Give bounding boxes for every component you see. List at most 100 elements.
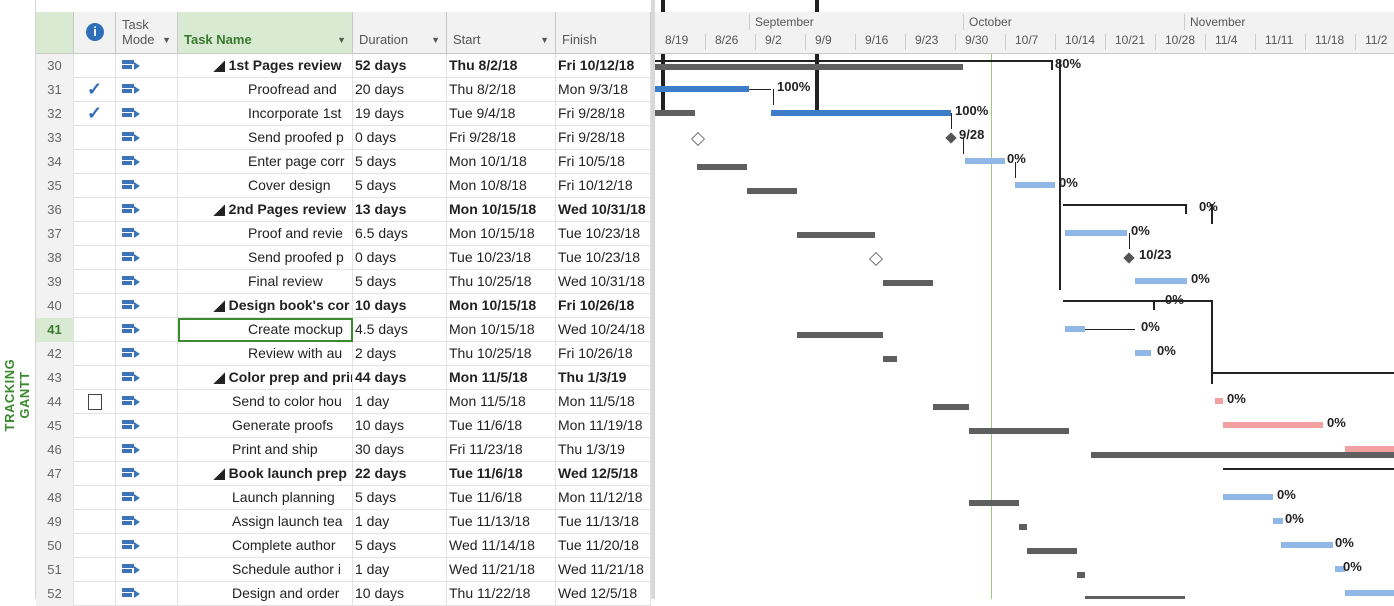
gantt-chart[interactable]: September October November 8/19 8/26 9/2 9/9 9/… — [651, 0, 1394, 599]
task-name-cell[interactable]: ◢ Book launch prep — [178, 462, 353, 486]
table-row[interactable]: 47 ◢ Book launch prep 22 days Tue 11/6/18 We… — [36, 462, 651, 486]
duration-cell[interactable]: 1 day — [353, 558, 447, 582]
table-row[interactable]: 37 Proof and revie 6.5 days Mon 10/15/18 Tue… — [36, 222, 651, 246]
task-name-cell[interactable]: Launch planning — [178, 486, 353, 510]
start-cell[interactable]: Mon 10/15/18 — [447, 222, 556, 246]
finish-cell[interactable]: Tue 10/23/18 — [556, 222, 651, 246]
finish-cell[interactable]: Wed 12/5/18 — [556, 582, 651, 606]
finish-cell[interactable]: Wed 12/5/18 — [556, 462, 651, 486]
task-mode-cell[interactable] — [116, 174, 178, 198]
row-id[interactable]: 43 — [36, 366, 74, 390]
duration-cell[interactable]: 5 days — [353, 270, 447, 294]
finish-cell[interactable]: Fri 9/28/18 — [556, 102, 651, 126]
row-id[interactable]: 33 — [36, 126, 74, 150]
column-header-duration[interactable]: Duration ▼ — [353, 12, 447, 54]
start-cell[interactable]: Tue 11/6/18 — [447, 486, 556, 510]
task-mode-cell[interactable] — [116, 582, 178, 606]
finish-cell[interactable]: Tue 11/13/18 — [556, 510, 651, 534]
row-id[interactable]: 48 — [36, 486, 74, 510]
duration-cell[interactable]: 4.5 days — [353, 318, 447, 342]
task-name-cell[interactable]: Schedule author i — [178, 558, 353, 582]
task-name-cell[interactable]: ◢ Design book's cor — [178, 294, 353, 318]
table-row[interactable]: 43 ◢ Color prep and print 44 days Mon 11/5/… — [36, 366, 651, 390]
task-mode-cell[interactable] — [116, 318, 178, 342]
column-header-task-mode[interactable]: Task Mode ▼ — [116, 12, 178, 54]
critical-bar[interactable] — [1215, 398, 1223, 404]
row-id[interactable]: 46 — [36, 438, 74, 462]
task-mode-cell[interactable] — [116, 54, 178, 78]
baseline-bar[interactable] — [655, 64, 963, 70]
baseline-bar[interactable] — [883, 280, 933, 286]
table-row[interactable]: 45 Generate proofs 10 days Tue 11/6/18 Mon 1… — [36, 414, 651, 438]
start-cell[interactable]: Tue 11/6/18 — [447, 414, 556, 438]
task-mode-cell[interactable] — [116, 270, 178, 294]
duration-cell[interactable]: 0 days — [353, 126, 447, 150]
task-mode-cell[interactable] — [116, 78, 178, 102]
table-row[interactable]: 34 Enter page corr 5 days Mon 10/1/18 Fri 10… — [36, 150, 651, 174]
task-name-cell[interactable]: Design and order — [178, 582, 353, 606]
row-id[interactable]: 41 — [36, 318, 74, 342]
remaining-bar[interactable] — [1281, 542, 1333, 548]
finish-cell[interactable]: Thu 1/3/19 — [556, 438, 651, 462]
remaining-bar[interactable] — [965, 158, 1005, 164]
row-id[interactable]: 32 — [36, 102, 74, 126]
baseline-milestone[interactable] — [690, 131, 706, 147]
progress-bar[interactable] — [771, 110, 951, 116]
milestone-marker[interactable] — [1123, 252, 1135, 264]
chevron-down-icon[interactable]: ▼ — [540, 35, 549, 45]
start-cell[interactable]: Mon 11/5/18 — [447, 390, 556, 414]
notes-icon[interactable] — [87, 394, 102, 410]
start-cell[interactable]: Tue 9/4/18 — [447, 102, 556, 126]
baseline-bar[interactable] — [747, 188, 797, 194]
task-name-cell[interactable]: Assign launch tea — [178, 510, 353, 534]
task-mode-cell[interactable] — [116, 390, 178, 414]
table-row[interactable]: 40 ◢ Design book's cor 10 days Mon 10/15/18… — [36, 294, 651, 318]
task-mode-cell[interactable] — [116, 534, 178, 558]
chevron-down-icon[interactable]: ▼ — [162, 35, 171, 45]
baseline-bar[interactable] — [797, 232, 875, 238]
duration-cell[interactable]: 0 days — [353, 246, 447, 270]
finish-cell[interactable]: Fri 10/26/18 — [556, 294, 651, 318]
baseline-bar[interactable] — [1077, 572, 1085, 578]
table-row[interactable]: 50 Complete author 5 days Wed 11/14/18 Tue 1… — [36, 534, 651, 558]
task-name-cell[interactable]: Send to color hou — [178, 390, 353, 414]
baseline-bar[interactable] — [883, 356, 897, 362]
select-all-corner[interactable] — [36, 12, 74, 54]
duration-cell[interactable]: 2 days — [353, 342, 447, 366]
table-row[interactable]: 30 ◢ 1st Pages review 52 days Thu 8/2/18 Fri… — [36, 54, 651, 78]
task-name-cell[interactable]: Review with au — [178, 342, 353, 366]
table-row[interactable]: 52 Design and order 10 days Thu 11/22/18 Wed… — [36, 582, 651, 606]
task-name-cell[interactable]: Proof and revie — [178, 222, 353, 246]
table-row[interactable]: 33 Send proofed p0 days Fri 9/28/18 Fri 9/2… — [36, 126, 651, 150]
start-cell[interactable]: Thu 10/25/18 — [447, 270, 556, 294]
start-cell[interactable]: Thu 11/22/18 — [447, 582, 556, 606]
table-row[interactable]: 46 Print and ship 30 days Fri 11/23/18 Thu 1… — [36, 438, 651, 462]
finish-cell[interactable]: Mon 9/3/18 — [556, 78, 651, 102]
critical-bar[interactable] — [1223, 422, 1323, 428]
duration-cell[interactable]: 10 days — [353, 294, 447, 318]
row-id[interactable]: 50 — [36, 534, 74, 558]
row-id[interactable]: 45 — [36, 414, 74, 438]
baseline-bar[interactable] — [933, 404, 969, 410]
start-cell[interactable]: Mon 10/8/18 — [447, 174, 556, 198]
task-name-cell[interactable]: Send proofed p — [178, 246, 353, 270]
row-id[interactable]: 44 — [36, 390, 74, 414]
finish-cell[interactable]: Mon 11/19/18 — [556, 414, 651, 438]
task-name-cell[interactable]: Create mockup — [178, 318, 353, 342]
duration-cell[interactable]: 30 days — [353, 438, 447, 462]
duration-cell[interactable]: 5 days — [353, 486, 447, 510]
task-name-cell[interactable]: Cover design — [178, 174, 353, 198]
baseline-bar[interactable] — [1091, 452, 1394, 458]
start-cell[interactable]: Mon 10/1/18 — [447, 150, 556, 174]
row-id[interactable]: 37 — [36, 222, 74, 246]
row-id[interactable]: 34 — [36, 150, 74, 174]
table-row[interactable]: 49 Assign launch tea 1 day Tue 11/13/18 Tue … — [36, 510, 651, 534]
start-cell[interactable]: Mon 10/15/18 — [447, 294, 556, 318]
finish-cell[interactable]: Wed 10/31/18 — [556, 270, 651, 294]
chevron-down-icon[interactable]: ▼ — [431, 35, 440, 45]
start-cell[interactable]: Wed 11/14/18 — [447, 534, 556, 558]
task-name-cell[interactable]: ◢ 1st Pages review — [178, 54, 353, 78]
finish-cell[interactable]: Fri 10/26/18 — [556, 342, 651, 366]
remaining-bar[interactable] — [1015, 182, 1055, 188]
start-cell[interactable]: Thu 10/25/18 — [447, 342, 556, 366]
